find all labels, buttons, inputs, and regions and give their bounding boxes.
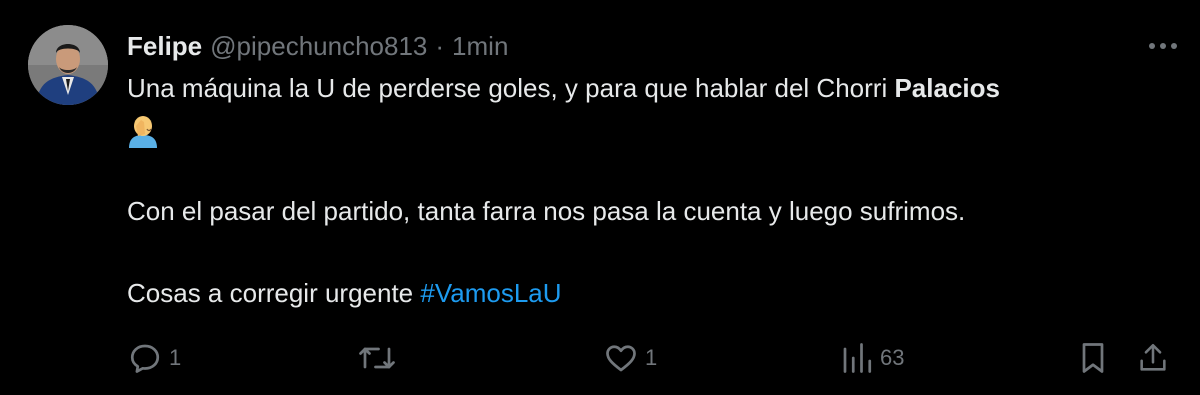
reply-icon (127, 340, 163, 376)
tweet-line-emoji (127, 109, 1177, 150)
like-button[interactable]: 1 (603, 338, 657, 378)
tweet-line-1-text: Una máquina la U de perderse goles, y pa… (127, 73, 895, 103)
bookmark-icon (1078, 340, 1108, 376)
more-button[interactable] (1146, 32, 1180, 60)
views-icon (840, 340, 874, 376)
separator-dot: · (435, 30, 445, 61)
tweet-card[interactable]: Felipe @pipechuncho813 · 1min Una máquin… (0, 0, 1200, 395)
action-bar: 1 1 63 (0, 338, 1200, 378)
reply-button[interactable]: 1 (127, 338, 181, 378)
timestamp[interactable]: 1min (452, 31, 508, 62)
retweet-icon (357, 340, 397, 376)
tweet-paragraph-3: Cosas a corregir urgente #VamosLaU (127, 273, 1177, 314)
views-count: 63 (880, 345, 905, 370)
like-count: 1 (645, 345, 658, 370)
retweet-button[interactable] (357, 338, 403, 378)
share-button[interactable] (1136, 338, 1170, 378)
user-handle[interactable]: @pipechuncho813 (210, 31, 427, 62)
tweet-header: Felipe @pipechuncho813 · 1min (127, 28, 508, 64)
tweet-line-1-bold: Palacios (894, 73, 1000, 103)
tweet-paragraph-2: Con el pasar del partido, tanta farra no… (127, 196, 966, 226)
man-facepalming-emoji (127, 114, 159, 149)
reply-count: 1 (169, 345, 182, 370)
display-name[interactable]: Felipe (127, 31, 202, 62)
bookmark-button[interactable] (1078, 338, 1108, 378)
avatar[interactable] (28, 25, 108, 105)
like-icon (603, 340, 639, 376)
tweet-text: Una máquina la U de perderse goles, y pa… (127, 68, 1177, 314)
share-icon (1136, 340, 1170, 376)
more-icon (1148, 37, 1178, 55)
tweet-paragraph-3-text: Cosas a corregir urgente (127, 278, 421, 308)
views-button[interactable]: 63 (840, 338, 904, 378)
hashtag-link[interactable]: #VamosLaU (420, 278, 561, 308)
tweet-line-1: Una máquina la U de perderse goles, y pa… (127, 68, 1177, 109)
